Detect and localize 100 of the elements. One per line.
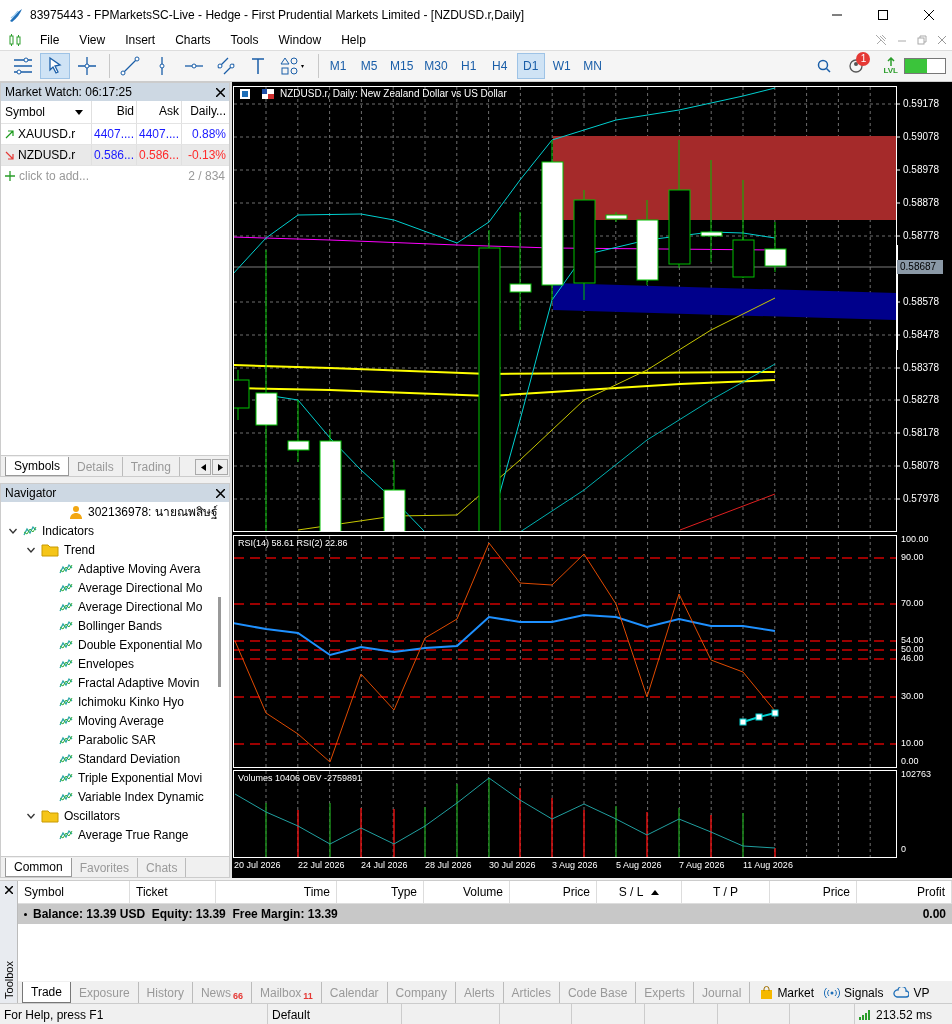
scroll-right-button[interactable] [212, 459, 228, 475]
tree-item[interactable]: Ichimoku Kinko Hyo [78, 694, 185, 709]
column-header[interactable]: Ticket [130, 881, 216, 903]
pin-icon[interactable] [875, 34, 887, 46]
tree-item[interactable]: Standard Deviation [78, 751, 181, 766]
column-header[interactable]: Ask [159, 104, 179, 118]
column-header[interactable]: Profit [857, 881, 952, 903]
tree-item[interactable]: Oscillators [64, 808, 120, 823]
tree-item[interactable]: Average True Range [78, 827, 189, 842]
timeframe-button[interactable]: M30 [420, 53, 452, 79]
cloud-icon [893, 986, 910, 999]
tool-button[interactable] [40, 53, 70, 79]
tree-item[interactable]: Variable Index Dynamic [78, 789, 204, 804]
panel-tab[interactable]: Symbols [5, 457, 69, 476]
column-header[interactable]: Price [770, 881, 857, 903]
flag-icon [262, 89, 274, 99]
change-cell: 0.88% [181, 124, 228, 144]
column-header[interactable]: Volume [424, 881, 510, 903]
menu-item[interactable]: File [30, 31, 70, 49]
plus-icon[interactable] [5, 171, 15, 181]
rsi-level-label: 90.00 [901, 552, 924, 563]
trendline-icon [120, 56, 140, 76]
panel-title: Navigator [5, 486, 58, 500]
chart-line-icon [59, 695, 73, 708]
tree-item[interactable]: Triple Exponential Movi [78, 770, 203, 785]
ask-cell: 0.586... [136, 145, 181, 165]
timeframe-button[interactable]: M15 [386, 53, 418, 79]
timeframe-button[interactable]: H1 [454, 53, 483, 79]
chart-line-icon [59, 638, 73, 651]
tree-item[interactable]: Average Directional Mo [78, 580, 203, 595]
close-icon[interactable] [4, 886, 13, 894]
date-label: 22 Jul 2026 [298, 860, 345, 871]
toolbar-link[interactable]: Market [760, 982, 815, 1003]
rsi-level-label: 0.00 [901, 756, 919, 767]
panel-tab[interactable]: Common [5, 858, 72, 877]
triangle-left-icon [200, 463, 206, 471]
chevron-down-icon[interactable] [25, 546, 37, 553]
menu-item[interactable]: Window [268, 31, 332, 49]
toolbox-tab[interactable]: Trade [22, 982, 71, 1003]
folder-icon [41, 808, 59, 823]
timeframe-button[interactable]: MN [578, 53, 607, 79]
column-header[interactable]: Type [337, 881, 424, 903]
menu-item[interactable]: Help [331, 31, 376, 49]
ping-time: 213.52 ms [876, 1008, 933, 1022]
scrollbar-thumb[interactable] [218, 597, 221, 687]
timeframe-button[interactable]: W1 [547, 53, 576, 79]
column-header[interactable]: Symbol [5, 105, 45, 119]
price-label: 0.58078 [903, 459, 940, 471]
menu-item[interactable]: View [69, 31, 116, 49]
column-header[interactable]: Daily... [190, 104, 226, 118]
menu-item[interactable]: Charts [165, 31, 221, 49]
timeframe-button[interactable]: H4 [485, 53, 514, 79]
column-header[interactable]: Symbol [18, 881, 130, 903]
maximize-icon [878, 10, 888, 20]
tree-item[interactable]: Average Directional Mo [78, 599, 203, 614]
column-header[interactable]: Bid [116, 104, 134, 118]
chevron-down-icon[interactable] [7, 527, 19, 534]
tree-item[interactable]: Indicators [42, 523, 95, 538]
triangle-right-icon [217, 463, 223, 471]
price-label: 0.58378 [903, 361, 940, 373]
chart-line-icon [59, 790, 73, 803]
price-label: 0.58478 [903, 328, 940, 340]
chevron-down-icon[interactable] [25, 812, 37, 819]
menu-item[interactable]: Tools [220, 31, 269, 49]
search-icon[interactable] [817, 59, 832, 73]
price-label: 0.58178 [903, 426, 940, 438]
symbol-text: NZDUSD.r [18, 148, 76, 162]
chart-line-icon [59, 581, 73, 594]
menu-item[interactable]: Insert [115, 31, 166, 49]
column-header[interactable]: T / P [682, 881, 770, 903]
tree-item[interactable]: Double Exponential Mo [78, 637, 203, 652]
rsi-marker-line [739, 709, 779, 726]
timeframe-button[interactable]: D1 [516, 53, 545, 79]
column-header[interactable]: Price [510, 881, 597, 903]
toolbar-link[interactable]: Signals [824, 982, 884, 1003]
rsi-level-label: 100.00 [901, 534, 929, 545]
tree-item[interactable]: Adaptive Moving Avera [78, 561, 201, 576]
tree-item[interactable]: Trend [64, 542, 95, 557]
close-icon[interactable] [216, 488, 225, 498]
toolbar-link[interactable]: VP [893, 982, 930, 1003]
tree-item[interactable]: Fractal Adaptive Movin [78, 675, 200, 690]
column-header[interactable]: Time [216, 881, 337, 903]
tree-item[interactable]: Envelopes [78, 656, 135, 671]
tree-item[interactable]: Parabolic SAR [78, 732, 157, 747]
rsi-level-label: 70.00 [901, 598, 924, 609]
column-header[interactable]: S / L [597, 881, 682, 903]
chart-line-icon [59, 657, 73, 670]
date-label: 30 Jul 2026 [489, 860, 536, 871]
rsi-level-label: 50.00 [901, 644, 924, 655]
timeframe-button[interactable]: M1 [324, 53, 352, 79]
timeframe-button[interactable]: M5 [355, 53, 383, 79]
close-icon[interactable] [216, 87, 225, 97]
scroll-left-button[interactable] [195, 459, 211, 475]
caret-down-icon[interactable] [75, 109, 83, 115]
tree-item[interactable]: Bollinger Bands [78, 618, 163, 633]
status-text: For Help, press F1 [0, 1004, 268, 1024]
tree-item[interactable]: 302136978: นายณพสิษฐ์ [88, 502, 218, 521]
quote-row[interactable]: NZDUSD.r 0.586... 0.586... -0.13% [1, 145, 229, 166]
tree-item[interactable]: Moving Average [78, 713, 164, 728]
candle [764, 221, 787, 273]
